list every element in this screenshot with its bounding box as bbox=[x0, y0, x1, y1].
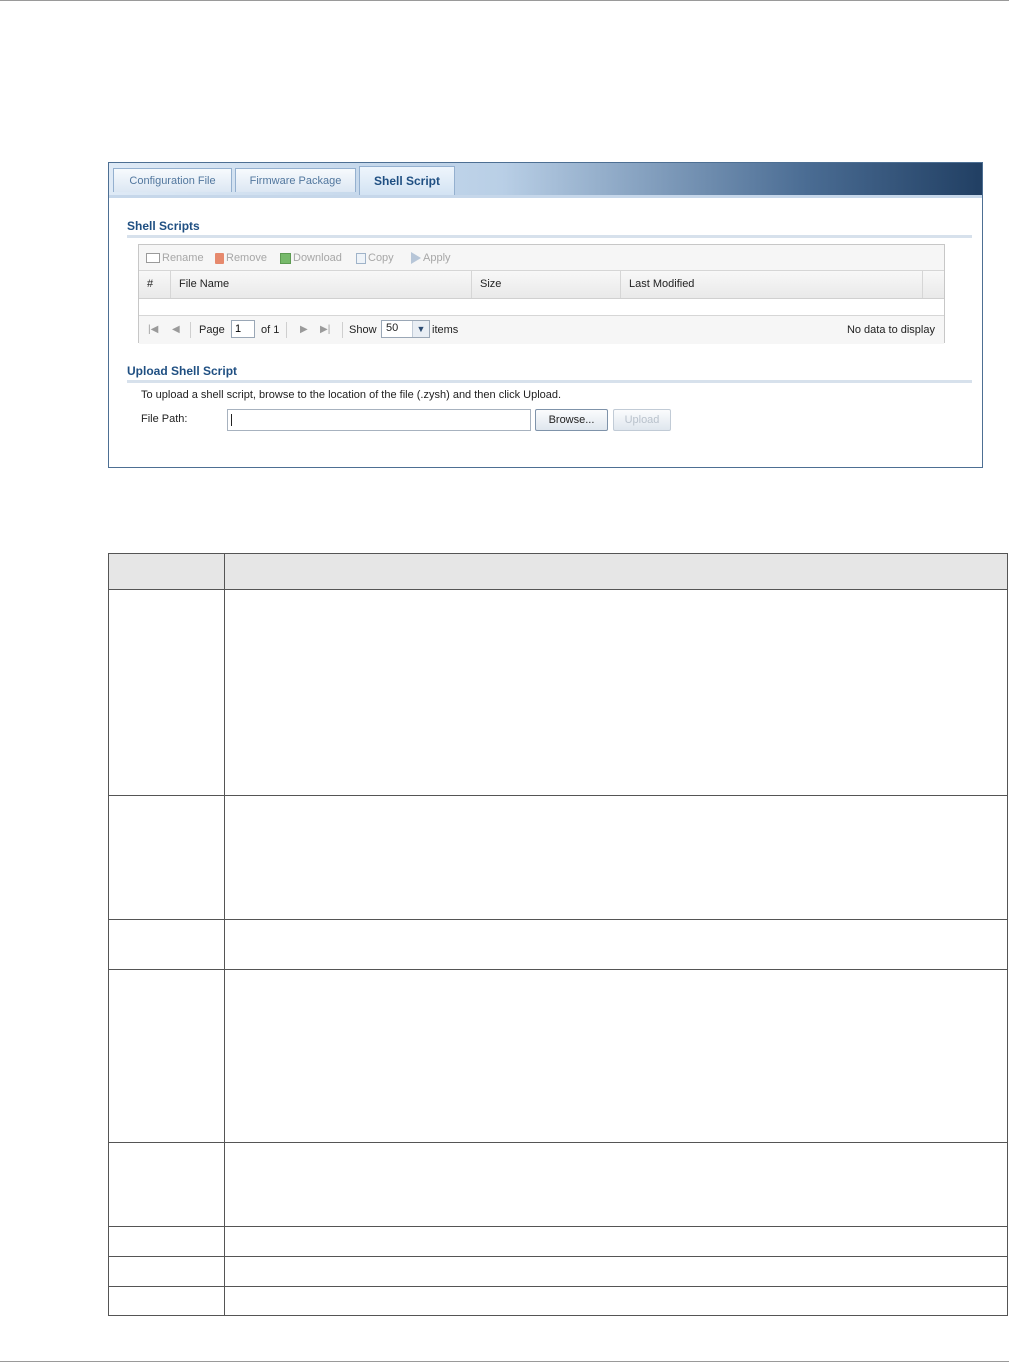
trash-icon bbox=[215, 252, 224, 264]
remove-label: Remove bbox=[226, 252, 267, 264]
column-header-index[interactable]: # bbox=[139, 271, 171, 298]
page-number-input[interactable] bbox=[231, 320, 255, 338]
column-header-size[interactable]: Size bbox=[472, 271, 621, 298]
tab-shell-script[interactable]: Shell Script bbox=[359, 166, 455, 195]
items-label: items bbox=[432, 324, 459, 336]
description-table-column-divider bbox=[224, 554, 225, 1315]
last-page-icon[interactable]: ▶| bbox=[320, 323, 330, 337]
rename-button[interactable]: Rename bbox=[146, 251, 204, 265]
description-table-row-divider bbox=[109, 1256, 1007, 1257]
upload-instructions: To upload a shell script, browse to the … bbox=[141, 389, 562, 401]
tab-bar: Configuration File Firmware Package Shel… bbox=[109, 163, 982, 198]
tab-configuration-file[interactable]: Configuration File bbox=[113, 168, 232, 192]
table-toolbar: Rename Remove Download Copy Apply bbox=[139, 245, 944, 271]
chevron-down-icon: ▼ bbox=[412, 321, 429, 337]
previous-page-icon[interactable]: ◀ bbox=[172, 323, 180, 337]
first-page-icon[interactable]: |◀ bbox=[148, 323, 158, 337]
remove-button[interactable]: Remove bbox=[215, 251, 267, 265]
copy-button[interactable]: Copy bbox=[356, 251, 394, 265]
column-header-file-name[interactable]: File Name bbox=[171, 271, 472, 298]
column-header-last-modified[interactable]: Last Modified bbox=[621, 271, 923, 298]
shell-script-panel: Configuration File Firmware Package Shel… bbox=[108, 162, 983, 468]
items-per-page-select[interactable]: 50 ▼ bbox=[381, 320, 430, 338]
download-button[interactable]: Download bbox=[280, 251, 342, 265]
file-path-label: File Path: bbox=[141, 413, 188, 425]
file-path-input[interactable] bbox=[227, 409, 531, 431]
pager-divider bbox=[286, 322, 287, 338]
download-label: Download bbox=[293, 252, 342, 264]
rename-label: Rename bbox=[162, 252, 204, 264]
play-icon bbox=[411, 252, 421, 265]
download-icon bbox=[280, 252, 291, 264]
page-label: Page bbox=[199, 324, 225, 336]
tab-firmware-package[interactable]: Firmware Package bbox=[235, 168, 356, 192]
table-pager: |◀ ◀ Page of 1 ▶ ▶| Show 50 ▼ items No d… bbox=[139, 315, 944, 344]
description-table-row-divider bbox=[109, 969, 1007, 970]
browse-button[interactable]: Browse... bbox=[535, 409, 608, 431]
empty-table-message: No data to display bbox=[846, 324, 935, 336]
show-label: Show bbox=[349, 324, 377, 336]
next-page-icon[interactable]: ▶ bbox=[300, 323, 308, 337]
upload-button[interactable]: Upload bbox=[613, 409, 671, 431]
copy-label: Copy bbox=[368, 252, 394, 264]
description-table-header bbox=[109, 554, 1007, 590]
page-top-rule bbox=[0, 0, 1009, 1]
upload-section-title: Upload Shell Script bbox=[127, 364, 972, 383]
column-header-spacer bbox=[923, 271, 944, 298]
description-table-row-divider bbox=[109, 795, 1007, 796]
pager-divider bbox=[342, 322, 343, 338]
description-table-row-divider bbox=[109, 1286, 1007, 1287]
shell-scripts-section-title: Shell Scripts bbox=[127, 219, 972, 238]
shell-scripts-table: Rename Remove Download Copy Apply # File… bbox=[138, 244, 945, 344]
description-table-row-divider bbox=[109, 1142, 1007, 1143]
items-per-page-value: 50 bbox=[386, 322, 399, 334]
apply-button[interactable]: Apply bbox=[411, 251, 451, 265]
description-table-row-divider bbox=[109, 919, 1007, 920]
description-table bbox=[108, 553, 1008, 1316]
copy-icon bbox=[356, 252, 366, 264]
text-cursor bbox=[231, 414, 232, 426]
page-bottom-rule bbox=[0, 1361, 1009, 1362]
rename-icon bbox=[146, 253, 160, 264]
description-table-row-divider bbox=[109, 1226, 1007, 1227]
table-header-row: # File Name Size Last Modified bbox=[139, 271, 944, 299]
apply-label: Apply bbox=[423, 252, 451, 264]
pager-divider bbox=[190, 322, 191, 338]
page-count-label: of 1 bbox=[261, 324, 280, 336]
